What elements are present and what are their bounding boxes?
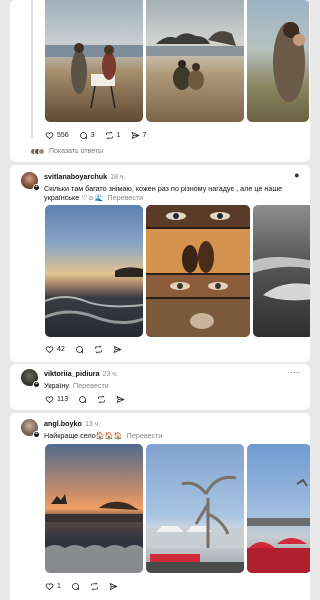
post-card-1: 556 3 1 7 Показать ответы <box>10 0 310 162</box>
like-count: 1 <box>57 583 61 590</box>
photo-sunset-pier[interactable] <box>45 444 143 573</box>
post-text: Найкраще село🏠🏠🏠 Перевести <box>44 431 163 440</box>
comment-button[interactable] <box>75 345 84 354</box>
post-text: Україну Перевести <box>44 381 109 390</box>
thread-line <box>31 0 33 138</box>
like-count: 113 <box>57 396 69 403</box>
repost-count: 1 <box>116 132 121 139</box>
photo-waves-bw[interactable] <box>253 205 310 337</box>
post-emoji: ♡☺🌊 <box>81 195 104 202</box>
avatar[interactable]: + <box>21 172 40 191</box>
post-card-3: + viktoriia_pidiura 23 ч. Україну Перевест… <box>10 364 310 410</box>
share-icon <box>109 582 118 591</box>
photo-couple-picnic[interactable] <box>45 0 143 122</box>
comment-icon <box>78 395 87 404</box>
post-actions: 1 <box>45 582 118 591</box>
heart-icon <box>45 582 54 591</box>
photo-red-umbrellas[interactable] <box>247 444 310 573</box>
show-replies-label: Показать ответы <box>49 148 104 155</box>
comment-icon <box>79 131 88 140</box>
share-icon <box>131 131 140 140</box>
photo-sea-sunset[interactable] <box>45 205 143 337</box>
photo-couple-coast[interactable] <box>146 0 244 122</box>
comment-button[interactable] <box>78 395 87 404</box>
translate-link[interactable]: Перевести <box>127 431 163 440</box>
post-actions: 113 <box>45 395 125 404</box>
photo-gallery[interactable] <box>45 444 310 573</box>
avatar[interactable]: + <box>21 369 40 388</box>
translate-link[interactable]: Перевести <box>73 381 109 390</box>
comment-count: 3 <box>90 132 95 139</box>
comment-icon <box>75 345 84 354</box>
timestamp: 18 ч. <box>110 174 126 181</box>
share-button[interactable] <box>113 345 122 354</box>
post-header: + angl.boyko 13 ч. Найкраще село🏠🏠🏠 Переве… <box>21 419 162 440</box>
more-icon[interactable]: ··· <box>290 367 301 377</box>
timestamp: 23 ч. <box>102 371 118 378</box>
share-button[interactable]: 7 <box>131 131 147 140</box>
avatar[interactable]: + <box>21 419 40 438</box>
like-count: 556 <box>57 132 69 139</box>
follow-plus-icon[interactable]: + <box>33 184 40 191</box>
like-button[interactable]: 556 <box>45 131 69 140</box>
post-card-4: + angl.boyko 13 ч. Найкраще село🏠🏠🏠 Переве… <box>10 413 310 600</box>
repost-icon <box>97 395 106 404</box>
repost-button[interactable]: 1 <box>105 131 121 140</box>
more-icon[interactable]: ● <box>294 170 300 180</box>
show-replies-link[interactable]: Показать ответы <box>30 148 103 155</box>
comment-icon <box>71 582 80 591</box>
username[interactable]: angl.boyko <box>44 419 82 428</box>
like-button[interactable]: 42 <box>45 345 65 354</box>
timestamp: 13 ч. <box>84 421 101 428</box>
follow-plus-icon[interactable]: + <box>33 431 40 438</box>
heart-icon <box>45 345 54 354</box>
like-button[interactable]: 1 <box>45 582 61 591</box>
post-emoji: 🏠🏠🏠 <box>95 431 123 440</box>
translate-link[interactable]: Перевести <box>107 193 143 202</box>
post-header: + svitlanaboyarchuk 18 ч. Скільки там баг… <box>21 172 310 203</box>
repost-button[interactable] <box>94 345 103 354</box>
photo-driftwood-beach[interactable] <box>146 444 244 573</box>
post-card-2: + svitlanaboyarchuk 18 ч. Скільки там баг… <box>10 165 310 362</box>
photo-couple-hug[interactable] <box>247 0 309 122</box>
username[interactable]: svitlanaboyarchuk <box>44 172 107 181</box>
post-text: Скільки там багато знімаю, кожен раз по … <box>44 184 283 202</box>
post-actions: 556 3 1 7 <box>45 131 146 140</box>
repost-icon <box>94 345 103 354</box>
comment-button[interactable] <box>71 582 80 591</box>
post-header: + viktoriia_pidiura 23 ч. Україну Перевест… <box>21 369 118 390</box>
photo-gallery[interactable] <box>45 0 309 122</box>
share-button[interactable] <box>116 395 125 404</box>
follow-plus-icon[interactable]: + <box>33 381 40 388</box>
share-count: 7 <box>142 132 147 139</box>
like-count: 42 <box>57 346 65 353</box>
photo-gallery[interactable] <box>45 205 310 337</box>
heart-icon <box>45 395 54 404</box>
username[interactable]: viktoriia_pidiura <box>44 369 100 378</box>
heart-icon <box>45 131 54 140</box>
repost-button[interactable] <box>90 582 99 591</box>
reply-avatar <box>38 148 45 155</box>
repost-button[interactable] <box>97 395 106 404</box>
like-button[interactable]: 113 <box>45 395 68 404</box>
comment-button[interactable]: 3 <box>79 131 95 140</box>
share-button[interactable] <box>109 582 118 591</box>
share-icon <box>113 345 122 354</box>
share-icon <box>116 395 125 404</box>
repost-icon <box>90 582 99 591</box>
post-actions: 42 <box>45 345 122 354</box>
repost-icon <box>105 131 114 140</box>
photo-collage[interactable] <box>146 205 250 337</box>
